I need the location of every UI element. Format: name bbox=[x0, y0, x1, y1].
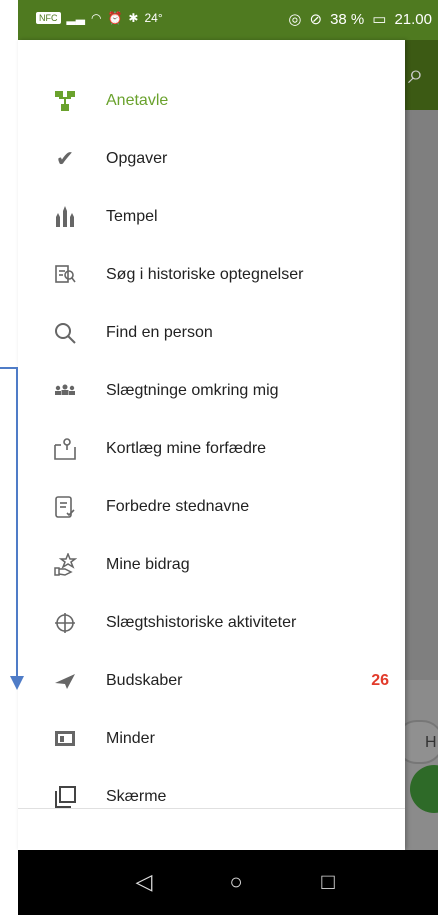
mute-icon: ⊘ bbox=[309, 11, 323, 28]
menu-item-forbedre-stednavne[interactable]: Forbedre stednavne bbox=[18, 478, 405, 536]
clock: 21.00 bbox=[394, 10, 432, 28]
menu-item-label: Slægtninge omkring mig bbox=[106, 382, 279, 399]
menu-item-label: Opgaver bbox=[106, 150, 168, 167]
background-app: ⌕ H bbox=[405, 40, 438, 850]
paper-plane-icon bbox=[52, 668, 78, 694]
menu-item-find-person[interactable]: Find en person bbox=[18, 304, 405, 362]
menu-item-label: Forbedre stednavne bbox=[106, 498, 250, 515]
wifi-icon: ◠ bbox=[90, 11, 102, 25]
unread-count-badge: 26 bbox=[371, 672, 389, 689]
navigation-drawer: Anetavle ✔ Opgaver Tempel Søg i historis… bbox=[18, 40, 405, 850]
hand-star-icon bbox=[52, 552, 78, 578]
check-icon: ✔ bbox=[55, 146, 75, 171]
map-pin-icon bbox=[52, 436, 78, 462]
menu-item-kortlaeg-forfaedre[interactable]: Kortlæg mine forfædre bbox=[18, 420, 405, 478]
screens-icon bbox=[52, 784, 78, 810]
search-icon: ⌕ bbox=[408, 58, 424, 89]
menu-item-label: Anetavle bbox=[106, 92, 169, 109]
menu-item-label: Mine bidrag bbox=[106, 556, 190, 573]
menu-item-label: Find en person bbox=[106, 324, 213, 341]
menu-item-label: Budskaber bbox=[106, 672, 183, 689]
menu-item-tempel[interactable]: Tempel bbox=[18, 188, 405, 246]
photo-icon bbox=[52, 726, 78, 752]
location-icon: ◎ bbox=[288, 11, 302, 28]
menu-item-label: Slægtshistoriske aktiviteter bbox=[106, 614, 297, 631]
menu-item-slaegtshistoriske-aktiviteter[interactable]: Slægtshistoriske aktiviteter bbox=[18, 594, 405, 652]
nfc-chip: NFC bbox=[36, 12, 61, 24]
menu-item-anetavle[interactable]: Anetavle bbox=[18, 72, 405, 130]
menu-item-opgaver[interactable]: ✔ Opgaver bbox=[18, 130, 405, 188]
battery-percent: 38 % bbox=[330, 10, 365, 28]
system-nav-bar: ◁ ○ □ bbox=[18, 850, 438, 915]
temperature-text: 24° bbox=[144, 11, 163, 25]
status-right: ◎ ⊘ 38 % ▭ 21.00 bbox=[288, 10, 432, 29]
menu-item-historiske-optegnelser[interactable]: Søg i historiske optegnelser bbox=[18, 246, 405, 304]
menu-item-minder[interactable]: Minder bbox=[18, 710, 405, 768]
menu-item-skaerme[interactable]: Skærme bbox=[18, 768, 405, 826]
status-bar: NFC ▂▃ ◠ ⏰ ✱ 24° ◎ ⊘ 38 % ▭ 21.00 bbox=[18, 0, 438, 40]
menu-item-label: Kortlæg mine forfædre bbox=[106, 440, 267, 457]
bluetooth-icon: ✱ bbox=[128, 11, 139, 25]
background-header: ⌕ bbox=[405, 40, 438, 110]
battery-icon: ▭ bbox=[372, 11, 387, 28]
alarm-icon: ⏰ bbox=[107, 11, 123, 25]
signal-icon: ▂▃ bbox=[66, 11, 85, 25]
records-search-icon bbox=[52, 262, 78, 288]
menu-item-mine-bidrag[interactable]: Mine bidrag bbox=[18, 536, 405, 594]
people-icon bbox=[52, 378, 78, 404]
background-map bbox=[405, 110, 438, 680]
family-tree-icon bbox=[52, 88, 78, 114]
menu-item-slaegtninge-omkring-mig[interactable]: Slægtninge omkring mig bbox=[18, 362, 405, 420]
home-icon[interactable]: ○ bbox=[224, 870, 248, 894]
temple-icon bbox=[52, 204, 78, 230]
annotation-arrow-line bbox=[16, 367, 18, 677]
status-left: NFC ▂▃ ◠ ⏰ ✱ 24° bbox=[36, 11, 163, 25]
annotation-arrow-head bbox=[10, 676, 24, 690]
background-pill-text: H bbox=[425, 734, 437, 751]
menu-item-label: Tempel bbox=[106, 208, 158, 225]
menu-item-budskaber[interactable]: Budskaber 26 bbox=[18, 652, 405, 710]
menu-divider bbox=[18, 808, 405, 809]
menu-item-label: Minder bbox=[106, 730, 155, 747]
menu-item-label: Skærme bbox=[106, 788, 167, 805]
recents-icon[interactable]: □ bbox=[316, 870, 340, 894]
back-icon[interactable]: ◁ bbox=[132, 870, 156, 894]
menu-item-label: Søg i historiske optegnelser bbox=[106, 266, 304, 283]
document-check-icon bbox=[52, 494, 78, 520]
search-icon bbox=[52, 320, 78, 346]
compass-icon bbox=[52, 610, 78, 636]
